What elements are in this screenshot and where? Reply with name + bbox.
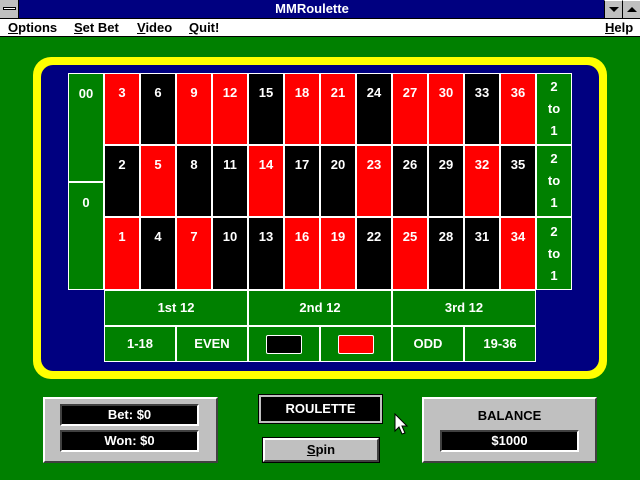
spin-accel: S xyxy=(306,442,316,457)
column-bet-label: 2 xyxy=(550,79,558,94)
bet-3rd-12[interactable]: 3rd 12 xyxy=(392,290,536,326)
spin-button[interactable]: Spin xyxy=(262,437,380,463)
menu-bar: Options Set Bet Video Quit! Help xyxy=(0,19,640,37)
bet-number-12[interactable]: 12 xyxy=(212,73,248,145)
column-bet-label: 2 xyxy=(550,151,558,166)
bet-number-26[interactable]: 26 xyxy=(392,145,428,217)
bet-number-29[interactable]: 29 xyxy=(428,145,464,217)
bet-number-1[interactable]: 1 xyxy=(104,217,140,290)
column-bet-bottom[interactable]: 2 to 1 xyxy=(536,217,572,290)
menu-set-bet[interactable]: Set Bet xyxy=(74,19,119,36)
bet-number-30[interactable]: 30 xyxy=(428,73,464,145)
bet-black[interactable] xyxy=(248,326,320,362)
minimize-icon xyxy=(609,7,619,12)
bet-number-4[interactable]: 4 xyxy=(140,217,176,290)
bet-number-19[interactable]: 19 xyxy=(320,217,356,290)
bet-number-3[interactable]: 3 xyxy=(104,73,140,145)
bet-number-36[interactable]: 36 xyxy=(500,73,536,145)
bet-number-17[interactable]: 17 xyxy=(284,145,320,217)
bet-2nd-12[interactable]: 2nd 12 xyxy=(248,290,392,326)
bet-00[interactable]: 00 xyxy=(68,73,104,182)
bet-number-16[interactable]: 16 xyxy=(284,217,320,290)
title-bar: MMRoulette xyxy=(0,0,640,19)
bet-19-36[interactable]: 19-36 xyxy=(464,326,536,362)
bet-number-10[interactable]: 10 xyxy=(212,217,248,290)
bet-number-2[interactable]: 2 xyxy=(104,145,140,217)
spin-label: pin xyxy=(315,442,336,457)
bet-number-20[interactable]: 20 xyxy=(320,145,356,217)
bet-number-28[interactable]: 28 xyxy=(428,217,464,290)
column-bet-label: to xyxy=(547,245,561,261)
bet-number-24[interactable]: 24 xyxy=(356,73,392,145)
bet-number-21[interactable]: 21 xyxy=(320,73,356,145)
bet-0[interactable]: 0 xyxy=(68,182,104,290)
column-bet-label: to xyxy=(547,173,561,188)
bet-display: Bet: $0 xyxy=(60,404,199,426)
bet-odd[interactable]: ODD xyxy=(392,326,464,362)
bet-number-35[interactable]: 35 xyxy=(500,145,536,217)
bet-even[interactable]: EVEN xyxy=(176,326,248,362)
window-title: MMRoulette xyxy=(275,1,349,16)
menu-help[interactable]: Help xyxy=(605,19,633,36)
menu-options[interactable]: Options xyxy=(8,19,57,36)
system-menu-icon xyxy=(3,7,16,10)
bet-number-32[interactable]: 32 xyxy=(464,145,500,217)
bet-number-33[interactable]: 33 xyxy=(464,73,500,145)
column-bet-label: to xyxy=(547,101,561,116)
red-swatch-icon xyxy=(338,334,374,354)
bet-number-15[interactable]: 15 xyxy=(248,73,284,145)
system-menu-button[interactable] xyxy=(0,0,19,18)
menu-video[interactable]: Video xyxy=(137,19,172,36)
bet-1st-12[interactable]: 1st 12 xyxy=(104,290,248,326)
bet-number-18[interactable]: 18 xyxy=(284,73,320,145)
column-bet-label: 1 xyxy=(550,123,558,138)
bet-number-27[interactable]: 27 xyxy=(392,73,428,145)
balance-label: BALANCE xyxy=(477,408,542,423)
maximize-icon xyxy=(627,7,637,12)
bet-number-34[interactable]: 34 xyxy=(500,217,536,290)
bet-number-6[interactable]: 6 xyxy=(140,73,176,145)
mouse-pointer-icon xyxy=(394,413,409,435)
bet-number-14[interactable]: 14 xyxy=(248,145,284,217)
game-title-display: ROULETTE xyxy=(258,394,383,424)
column-bet-top[interactable]: 2 to 1 xyxy=(536,73,572,145)
column-bet-label: 2 xyxy=(550,223,558,239)
bet-number-23[interactable]: 23 xyxy=(356,145,392,217)
menu-quit[interactable]: Quit! xyxy=(189,19,219,36)
bet-red[interactable] xyxy=(320,326,392,362)
bet-number-25[interactable]: 25 xyxy=(392,217,428,290)
black-swatch-icon xyxy=(266,334,302,354)
bet-number-8[interactable]: 8 xyxy=(176,145,212,217)
bet-number-31[interactable]: 31 xyxy=(464,217,500,290)
bet-number-7[interactable]: 7 xyxy=(176,217,212,290)
balance-display: $1000 xyxy=(440,430,579,452)
bet-number-5[interactable]: 5 xyxy=(140,145,176,217)
bet-number-11[interactable]: 11 xyxy=(212,145,248,217)
bet-number-9[interactable]: 9 xyxy=(176,73,212,145)
column-bet-middle[interactable]: 2 to 1 xyxy=(536,145,572,217)
column-bet-label: 1 xyxy=(550,195,558,210)
bet-1-18[interactable]: 1-18 xyxy=(104,326,176,362)
bet-number-13[interactable]: 13 xyxy=(248,217,284,290)
maximize-button[interactable] xyxy=(622,0,640,18)
minimize-button[interactable] xyxy=(604,0,622,18)
bet-number-22[interactable]: 22 xyxy=(356,217,392,290)
column-bet-label: 1 xyxy=(550,267,558,283)
won-display: Won: $0 xyxy=(60,430,199,452)
